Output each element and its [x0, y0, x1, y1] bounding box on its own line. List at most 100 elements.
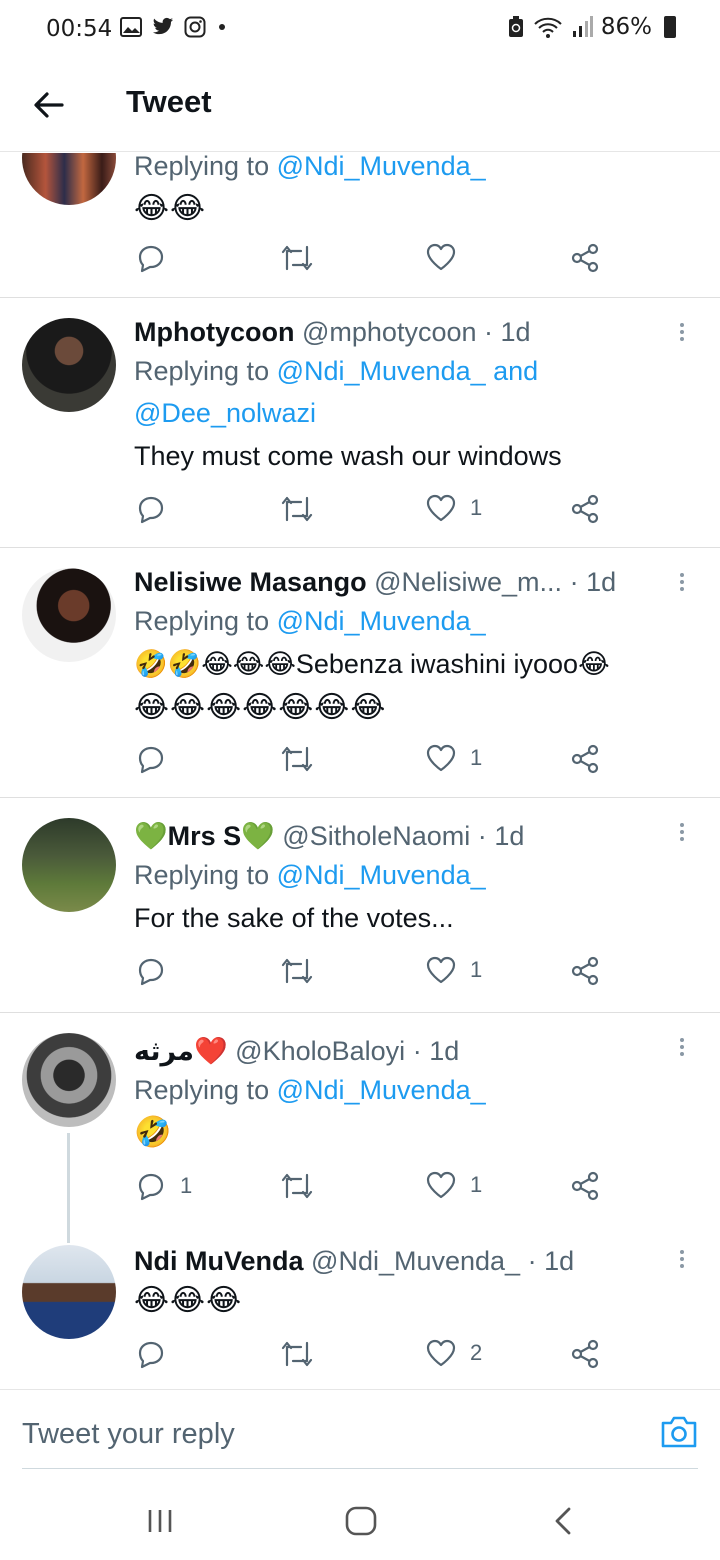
replying-to: Replying to @Ndi_Muvenda_ [134, 153, 486, 181]
author-handle[interactable]: @Nelisiwe_m... [374, 567, 562, 597]
tweet-actions: 1 [134, 744, 720, 784]
avatar[interactable] [22, 818, 116, 912]
author-name[interactable]: مرثه❤️ [134, 1036, 228, 1066]
twitter-bird-icon [152, 17, 174, 35]
heart-icon [426, 1339, 456, 1367]
tweet-meta: مرثه❤️ @KholoBaloyi · 1d [134, 1036, 460, 1066]
reply-count: 1 [180, 1173, 193, 1198]
tweet[interactable]: Ndi MuVenda @Ndi_Muvenda_ · 1d 😂😂😂 2 [0, 1235, 720, 1389]
mention-link[interactable]: @Ndi_Muvenda_ [277, 606, 486, 636]
share-icon [571, 494, 599, 524]
retweet-button[interactable] [280, 1171, 328, 1201]
share-button[interactable] [570, 243, 600, 273]
wifi-icon [534, 17, 562, 38]
reply-icon [138, 245, 164, 273]
author-name[interactable]: 💚Mrs S💚 [134, 821, 275, 851]
recycle-icon [508, 16, 523, 37]
mention-link[interactable]: @Dee_nolwazi [134, 398, 316, 428]
share-icon [571, 243, 599, 273]
replying-to: Replying to @Ndi_Muvenda_ [134, 606, 486, 636]
retweet-button[interactable] [280, 956, 328, 986]
author-name[interactable]: Mphotycoon [134, 317, 294, 347]
reply-button[interactable] [136, 494, 180, 524]
share-icon [571, 1339, 599, 1369]
like-button[interactable]: 1 [426, 494, 482, 522]
retweet-icon [281, 958, 313, 984]
tweet[interactable]: مرثه❤️ @KholoBaloyi · 1d Replying to @Nd… [0, 1013, 720, 1243]
page-title: Tweet [126, 84, 212, 119]
mention-link[interactable]: @Ndi_Muvenda_ [277, 153, 486, 181]
avatar[interactable] [22, 318, 116, 412]
share-button[interactable] [570, 744, 600, 774]
tweet-meta: Nelisiwe Masango @Nelisiwe_m... · 1d [134, 567, 617, 597]
mention-link[interactable]: @Ndi_Muvenda_ [277, 860, 486, 890]
author-name[interactable]: Ndi MuVenda [134, 1246, 304, 1276]
reply-input[interactable]: Tweet your reply [22, 1418, 235, 1451]
tweet[interactable]: 💚Mrs S💚 @SitholeNaomi · 1d Replying to @… [0, 798, 720, 1013]
tweet-actions [134, 243, 720, 283]
retweet-button[interactable] [280, 243, 328, 273]
like-count: 1 [470, 745, 483, 770]
system-back-icon[interactable] [552, 1506, 574, 1536]
mention-link[interactable]: @Ndi_Muvenda_ [277, 1075, 486, 1105]
share-icon [571, 956, 599, 986]
reply-button[interactable] [136, 1339, 180, 1369]
avatar[interactable] [22, 153, 116, 205]
tweet[interactable]: Nelisiwe Masango @Nelisiwe_m... · 1d Rep… [0, 548, 720, 798]
home-icon[interactable] [345, 1506, 377, 1536]
like-count: 1 [470, 957, 483, 982]
tweet[interactable]: Replying to @Ndi_Muvenda_ 😂😂 [0, 153, 720, 298]
reply-button[interactable] [136, 243, 180, 273]
tweet-actions: 2 [134, 1339, 720, 1379]
author-handle[interactable]: @SitholeNaomi [282, 821, 470, 851]
tweet-text: 🤣🤣😂😂😂Sebenza iwashini iyooo😂 [134, 649, 610, 679]
tweet[interactable]: Mphotycoon @mphotycoon · 1d Replying to … [0, 298, 720, 548]
tweet-actions: 1 [134, 956, 720, 996]
status-time: 00:54 [46, 16, 113, 42]
tweet-meta: Ndi MuVenda @Ndi_Muvenda_ · 1d [134, 1246, 575, 1276]
avatar[interactable] [22, 1033, 116, 1127]
back-arrow-icon[interactable] [32, 88, 66, 122]
like-count: 1 [470, 495, 483, 520]
retweet-button[interactable] [280, 744, 328, 774]
mention-link[interactable]: @Ndi_Muvenda_ and [277, 356, 539, 386]
retweet-icon [281, 1341, 313, 1367]
retweet-icon [281, 496, 313, 522]
like-button[interactable]: 1 [426, 956, 482, 984]
reply-button[interactable] [136, 744, 180, 774]
share-button[interactable] [570, 1339, 600, 1369]
share-button[interactable] [570, 956, 600, 986]
like-button[interactable] [426, 243, 470, 271]
share-button[interactable] [570, 494, 600, 524]
avatar[interactable] [22, 1245, 116, 1339]
recent-apps-icon[interactable] [146, 1508, 174, 1534]
system-nav-bar [0, 1470, 720, 1560]
tweet-text: They must come wash our windows [134, 441, 562, 471]
like-button[interactable]: 2 [426, 1339, 482, 1367]
reply-timeline[interactable]: Replying to @Ndi_Muvenda_ 😂😂 Mphotycoon … [0, 153, 720, 1389]
share-icon [571, 744, 599, 774]
thread-connector [67, 1133, 70, 1243]
like-button[interactable]: 1 [426, 1171, 482, 1199]
author-handle[interactable]: @KholoBaloyi [235, 1036, 405, 1066]
tweet-time: 1d [494, 821, 525, 851]
avatar[interactable] [22, 568, 116, 662]
like-count: 1 [470, 1172, 483, 1197]
reply-button[interactable]: 1 [136, 1171, 192, 1201]
tweet-text: 😂😂😂 [134, 1284, 243, 1317]
author-handle[interactable]: @Ndi_Muvenda_ [311, 1246, 520, 1276]
tweet-meta: Mphotycoon @mphotycoon · 1d [134, 317, 531, 347]
retweet-button[interactable] [280, 1339, 328, 1369]
reply-icon [138, 496, 164, 524]
tweet-text-cont: 😂😂😂😂😂😂😂 [134, 691, 387, 724]
retweet-button[interactable] [280, 494, 328, 524]
share-button[interactable] [570, 1171, 600, 1201]
heart-icon [426, 956, 456, 984]
camera-icon[interactable] [660, 1414, 698, 1450]
like-count: 2 [470, 1340, 483, 1365]
reply-button[interactable] [136, 956, 180, 986]
author-name[interactable]: Nelisiwe Masango [134, 567, 367, 597]
author-handle[interactable]: @mphotycoon [302, 317, 477, 347]
like-button[interactable]: 1 [426, 744, 482, 772]
reply-composer[interactable]: Tweet your reply [0, 1389, 720, 1469]
